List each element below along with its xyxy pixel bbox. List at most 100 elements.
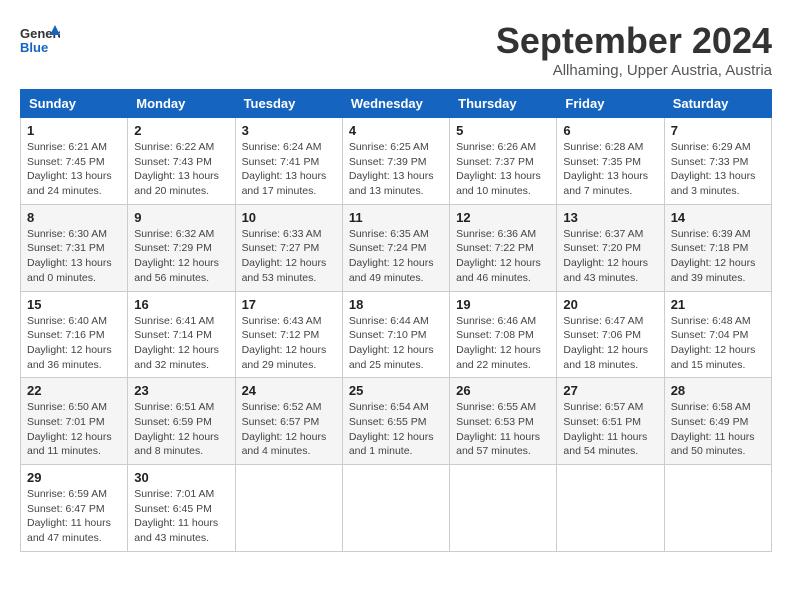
day-info: Sunrise: 6:47 AM Sunset: 7:06 PM Dayligh… [563, 314, 657, 373]
calendar-body: 1 Sunrise: 6:21 AM Sunset: 7:45 PM Daylig… [21, 118, 772, 552]
calendar-cell [557, 465, 664, 552]
day-number: 3 [242, 123, 336, 138]
day-number: 18 [349, 297, 443, 312]
calendar-cell: 13 Sunrise: 6:37 AM Sunset: 7:20 PM Dayli… [557, 204, 664, 291]
day-info: Sunrise: 6:26 AM Sunset: 7:37 PM Dayligh… [456, 140, 550, 199]
calendar-cell [235, 465, 342, 552]
calendar-cell: 20 Sunrise: 6:47 AM Sunset: 7:06 PM Dayli… [557, 291, 664, 378]
calendar-cell: 22 Sunrise: 6:50 AM Sunset: 7:01 PM Dayli… [21, 378, 128, 465]
calendar-cell: 23 Sunrise: 6:51 AM Sunset: 6:59 PM Dayli… [128, 378, 235, 465]
day-number: 22 [27, 383, 121, 398]
day-number: 26 [456, 383, 550, 398]
day-info: Sunrise: 6:33 AM Sunset: 7:27 PM Dayligh… [242, 227, 336, 286]
day-number: 28 [671, 383, 765, 398]
day-info: Sunrise: 6:41 AM Sunset: 7:14 PM Dayligh… [134, 314, 228, 373]
day-info: Sunrise: 6:59 AM Sunset: 6:47 PM Dayligh… [27, 487, 121, 546]
day-number: 10 [242, 210, 336, 225]
day-info: Sunrise: 6:32 AM Sunset: 7:29 PM Dayligh… [134, 227, 228, 286]
day-number: 23 [134, 383, 228, 398]
calendar-cell: 5 Sunrise: 6:26 AM Sunset: 7:37 PM Daylig… [450, 118, 557, 205]
calendar-cell: 8Sunrise: 6:30 AM Sunset: 7:31 PM Daylig… [21, 204, 128, 291]
day-number: 27 [563, 383, 657, 398]
day-number: 11 [349, 210, 443, 225]
logo: General Blue [20, 20, 60, 60]
day-info: Sunrise: 6:36 AM Sunset: 7:22 PM Dayligh… [456, 227, 550, 286]
calendar-cell: 11 Sunrise: 6:35 AM Sunset: 7:24 PM Dayli… [342, 204, 449, 291]
calendar-cell [450, 465, 557, 552]
day-number: 6 [563, 123, 657, 138]
calendar-cell: 18 Sunrise: 6:44 AM Sunset: 7:10 PM Dayli… [342, 291, 449, 378]
calendar-cell: 26 Sunrise: 6:55 AM Sunset: 6:53 PM Dayli… [450, 378, 557, 465]
calendar-week-1: 1 Sunrise: 6:21 AM Sunset: 7:45 PM Daylig… [21, 118, 772, 205]
day-number: 21 [671, 297, 765, 312]
day-info: Sunrise: 6:54 AM Sunset: 6:55 PM Dayligh… [349, 400, 443, 459]
day-number: 4 [349, 123, 443, 138]
calendar-cell: 21Sunrise: 6:48 AM Sunset: 7:04 PM Dayli… [664, 291, 771, 378]
day-number: 20 [563, 297, 657, 312]
calendar-cell: 29 Sunrise: 6:59 AM Sunset: 6:47 PM Dayli… [21, 465, 128, 552]
day-info: Sunrise: 6:30 AM Sunset: 7:31 PM Dayligh… [27, 227, 121, 286]
day-number: 15 [27, 297, 121, 312]
day-info: Sunrise: 6:52 AM Sunset: 6:57 PM Dayligh… [242, 400, 336, 459]
day-number: 9 [134, 210, 228, 225]
day-info: Sunrise: 6:50 AM Sunset: 7:01 PM Dayligh… [27, 400, 121, 459]
day-number: 12 [456, 210, 550, 225]
weekday-header-thursday: Thursday [450, 90, 557, 118]
day-number: 1 [27, 123, 121, 138]
day-info: Sunrise: 6:40 AM Sunset: 7:16 PM Dayligh… [27, 314, 121, 373]
weekday-header-wednesday: Wednesday [342, 90, 449, 118]
day-info: Sunrise: 6:46 AM Sunset: 7:08 PM Dayligh… [456, 314, 550, 373]
calendar-cell [664, 465, 771, 552]
weekday-header-friday: Friday [557, 90, 664, 118]
calendar-cell: 16 Sunrise: 6:41 AM Sunset: 7:14 PM Dayli… [128, 291, 235, 378]
calendar-cell: 30Sunrise: 7:01 AM Sunset: 6:45 PM Dayli… [128, 465, 235, 552]
calendar-cell: 19 Sunrise: 6:46 AM Sunset: 7:08 PM Dayli… [450, 291, 557, 378]
day-info: Sunrise: 6:55 AM Sunset: 6:53 PM Dayligh… [456, 400, 550, 459]
day-number: 24 [242, 383, 336, 398]
calendar-cell: 4 Sunrise: 6:25 AM Sunset: 7:39 PM Daylig… [342, 118, 449, 205]
day-info: Sunrise: 6:44 AM Sunset: 7:10 PM Dayligh… [349, 314, 443, 373]
calendar-cell: 10 Sunrise: 6:33 AM Sunset: 7:27 PM Dayli… [235, 204, 342, 291]
day-info: Sunrise: 6:25 AM Sunset: 7:39 PM Dayligh… [349, 140, 443, 199]
day-number: 2 [134, 123, 228, 138]
day-info: Sunrise: 6:21 AM Sunset: 7:45 PM Dayligh… [27, 140, 121, 199]
calendar-cell: 7 Sunrise: 6:29 AM Sunset: 7:33 PM Daylig… [664, 118, 771, 205]
calendar-cell: 14Sunrise: 6:39 AM Sunset: 7:18 PM Dayli… [664, 204, 771, 291]
calendar-cell: 28Sunrise: 6:58 AM Sunset: 6:49 PM Dayli… [664, 378, 771, 465]
day-info: Sunrise: 6:24 AM Sunset: 7:41 PM Dayligh… [242, 140, 336, 199]
day-number: 19 [456, 297, 550, 312]
title-block: September 2024 Allhaming, Upper Austria,… [496, 20, 772, 79]
calendar-cell: 15 Sunrise: 6:40 AM Sunset: 7:16 PM Dayli… [21, 291, 128, 378]
day-number: 17 [242, 297, 336, 312]
day-number: 13 [563, 210, 657, 225]
calendar-week-5: 29 Sunrise: 6:59 AM Sunset: 6:47 PM Dayli… [21, 465, 772, 552]
day-number: 25 [349, 383, 443, 398]
calendar-cell [342, 465, 449, 552]
calendar-cell: 1 Sunrise: 6:21 AM Sunset: 7:45 PM Daylig… [21, 118, 128, 205]
calendar-week-3: 15 Sunrise: 6:40 AM Sunset: 7:16 PM Dayli… [21, 291, 772, 378]
day-info: Sunrise: 6:29 AM Sunset: 7:33 PM Dayligh… [671, 140, 765, 199]
calendar-cell: 17 Sunrise: 6:43 AM Sunset: 7:12 PM Dayli… [235, 291, 342, 378]
day-info: Sunrise: 6:43 AM Sunset: 7:12 PM Dayligh… [242, 314, 336, 373]
calendar-cell: 9 Sunrise: 6:32 AM Sunset: 7:29 PM Daylig… [128, 204, 235, 291]
day-number: 7 [671, 123, 765, 138]
logo-icon: General Blue [20, 20, 60, 60]
calendar-table: SundayMondayTuesdayWednesdayThursdayFrid… [20, 89, 772, 552]
calendar-cell: 27Sunrise: 6:57 AM Sunset: 6:51 PM Dayli… [557, 378, 664, 465]
day-number: 14 [671, 210, 765, 225]
calendar-cell: 6 Sunrise: 6:28 AM Sunset: 7:35 PM Daylig… [557, 118, 664, 205]
location-subtitle: Allhaming, Upper Austria, Austria [496, 62, 772, 79]
day-info: Sunrise: 6:51 AM Sunset: 6:59 PM Dayligh… [134, 400, 228, 459]
calendar-header-row: SundayMondayTuesdayWednesdayThursdayFrid… [21, 90, 772, 118]
day-info: Sunrise: 6:37 AM Sunset: 7:20 PM Dayligh… [563, 227, 657, 286]
calendar-cell: 12 Sunrise: 6:36 AM Sunset: 7:22 PM Dayli… [450, 204, 557, 291]
day-number: 29 [27, 470, 121, 485]
day-number: 5 [456, 123, 550, 138]
weekday-header-tuesday: Tuesday [235, 90, 342, 118]
day-number: 16 [134, 297, 228, 312]
day-info: Sunrise: 6:28 AM Sunset: 7:35 PM Dayligh… [563, 140, 657, 199]
day-info: Sunrise: 6:35 AM Sunset: 7:24 PM Dayligh… [349, 227, 443, 286]
month-title: September 2024 [496, 20, 772, 62]
calendar-cell: 24 Sunrise: 6:52 AM Sunset: 6:57 PM Dayli… [235, 378, 342, 465]
calendar-cell: 3 Sunrise: 6:24 AM Sunset: 7:41 PM Daylig… [235, 118, 342, 205]
